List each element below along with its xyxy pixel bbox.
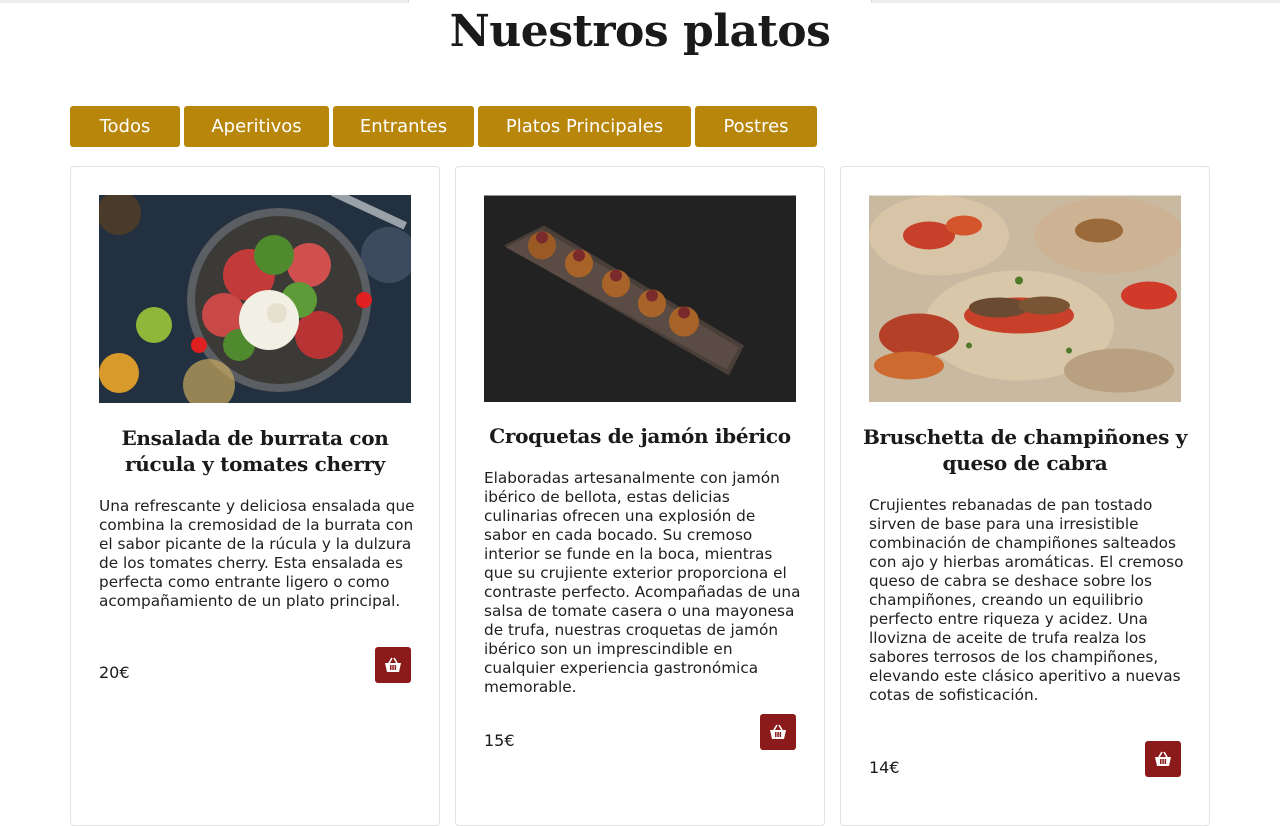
basket-icon <box>1155 751 1171 766</box>
salad-photo <box>99 195 411 403</box>
browser-top-strip <box>0 0 1280 3</box>
dish-price: 20€ <box>99 663 130 682</box>
dish-price: 14€ <box>869 758 900 777</box>
basket-icon <box>385 657 401 672</box>
basket-icon <box>770 724 786 739</box>
filter-todos-button[interactable]: Todos <box>70 106 180 147</box>
dish-description: Elaboradas artesanalmente con jamón ibér… <box>484 469 801 696</box>
category-filter-bar: Todos Aperitivos Entrantes Platos Princi… <box>70 106 817 147</box>
filter-entrantes-button[interactable]: Entrantes <box>333 106 474 147</box>
dish-name: Croquetas de jamón ibérico <box>489 424 791 448</box>
dish-description: Crujientes rebanadas de pan tostado sirv… <box>869 496 1184 704</box>
dish-description: Una refrescante y deliciosa ensalada que… <box>99 497 415 610</box>
dish-price: 15€ <box>484 731 515 750</box>
add-to-cart-button[interactable] <box>1145 741 1181 777</box>
add-to-cart-button[interactable] <box>375 647 411 683</box>
filter-aperitivos-button[interactable]: Aperitivos <box>184 106 329 147</box>
dish-card: Bruschetta de champiñones y queso de cab… <box>840 166 1210 826</box>
filter-platos-principales-button[interactable]: Platos Principales <box>478 106 691 147</box>
add-to-cart-button[interactable] <box>760 714 796 750</box>
croquettes-photo <box>484 195 796 402</box>
dish-name: Bruschetta de champiñones y queso de cab… <box>862 425 1188 475</box>
dish-card: Croquetas de jamón ibérico Elaboradas ar… <box>455 166 825 826</box>
dish-card: Ensalada de burrata con rúcula y tomates… <box>70 166 440 826</box>
page-title: Nuestros platos <box>449 6 831 57</box>
bruschetta-photo <box>869 195 1181 402</box>
dish-name: Ensalada de burrata con rúcula y tomates… <box>121 426 389 476</box>
filter-postres-button[interactable]: Postres <box>695 106 817 147</box>
